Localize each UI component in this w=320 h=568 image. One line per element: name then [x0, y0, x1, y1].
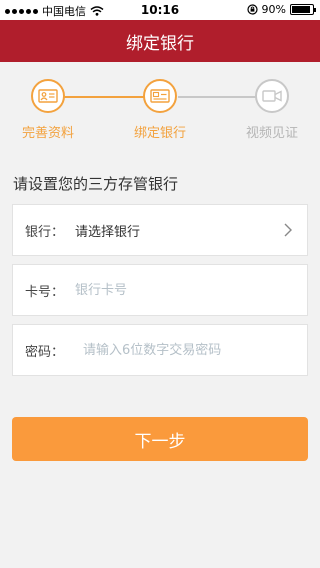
- battery-percent: 90%: [261, 3, 286, 16]
- nav-bar: 绑定银行: [0, 20, 320, 62]
- step-label: 完善资料: [21, 126, 74, 141]
- password-row: 密码：: [12, 324, 308, 376]
- video-camera-icon: [262, 90, 282, 102]
- rotation-lock-icon: [246, 4, 258, 15]
- step-circle: [255, 79, 289, 113]
- page-title: 绑定银行: [126, 33, 194, 54]
- step-label: 绑定银行: [133, 126, 186, 141]
- next-step-button[interactable]: 下一步: [12, 417, 308, 461]
- battery-icon: [290, 4, 316, 15]
- chevron-right-icon: [284, 223, 292, 237]
- card-label: 卡号：: [25, 284, 65, 300]
- step-circle: [143, 79, 177, 113]
- bank-select[interactable]: 银行： 请选择银行: [12, 204, 308, 256]
- step-circle: [31, 79, 65, 113]
- bank-label: 银行：: [25, 224, 65, 240]
- password-label: 密码：: [25, 344, 65, 360]
- card-number-input[interactable]: [75, 275, 307, 305]
- id-card-icon: [38, 89, 58, 103]
- step-video-witness: 视频见证: [232, 79, 312, 141]
- step-complete-profile: 完善资料: [8, 79, 88, 141]
- bank-value: 请选择银行: [75, 224, 141, 240]
- step-label: 视频见证: [245, 126, 298, 141]
- status-bar: 中国电信 10:16 90%: [0, 0, 320, 20]
- bank-card-icon: [150, 89, 170, 103]
- status-right: 90%: [246, 3, 316, 16]
- step-bind-bank: 绑定银行: [120, 79, 200, 141]
- card-number-row: 卡号：: [12, 264, 308, 316]
- progress-steps: 完善资料 绑定银行 视频见证: [0, 62, 320, 152]
- password-input[interactable]: [83, 335, 307, 365]
- section-title: 请设置您的三方存管银行: [13, 175, 179, 193]
